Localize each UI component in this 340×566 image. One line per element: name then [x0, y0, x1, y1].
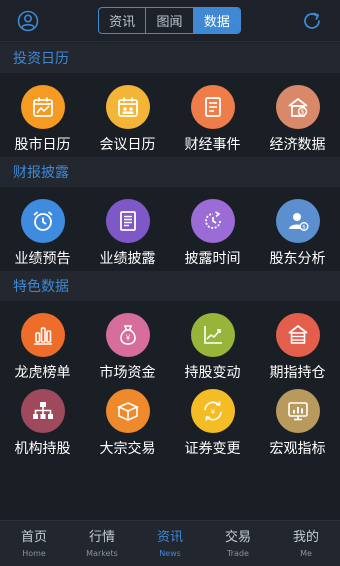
item-label: 股东分析: [269, 251, 326, 267]
section-title: 投资日历: [13, 51, 69, 67]
item-label: 会议日历: [99, 137, 156, 153]
holding-change-item[interactable]: 持股变动: [170, 309, 255, 383]
block-trade-item[interactable]: 大宗交易: [85, 385, 170, 459]
item-label: 持股变动: [184, 365, 241, 381]
item-label: 龙虎榜单: [14, 365, 71, 381]
svg-text:¥: ¥: [125, 334, 130, 343]
segment-data[interactable]: 数据: [193, 8, 240, 33]
tab-me[interactable]: 我的 Me: [272, 521, 340, 566]
securities-change-item[interactable]: ¥ 证券变更: [170, 385, 255, 459]
institution-holding-item[interactable]: 机构持股: [0, 385, 85, 459]
section-header-investment-calendar: 投资日历: [0, 43, 340, 73]
user-icon[interactable]: [13, 6, 43, 36]
segment-news[interactable]: 资讯: [99, 8, 147, 33]
top-bar: 资讯 图闻 数据: [0, 0, 340, 42]
item-label: 证券变更: [184, 441, 241, 457]
finance-event-item[interactable]: 财经事件: [170, 81, 255, 155]
clock-icon: [190, 199, 235, 243]
tab-label: 交易: [224, 529, 251, 545]
economic-data-icon: $: [275, 85, 320, 129]
shareholder-icon: $: [275, 199, 320, 243]
shareholder-analysis-item[interactable]: $ 股东分析: [255, 195, 340, 269]
refresh-icon[interactable]: [297, 6, 327, 36]
tab-label: 行情: [88, 529, 115, 545]
meeting-calendar-icon: [105, 85, 150, 129]
monitor-icon: [275, 389, 320, 433]
tab-home[interactable]: 首页 Home: [0, 521, 68, 566]
section-title: 特色数据: [13, 279, 69, 295]
earnings-disclosure-grid: 业绩预告 业绩披露 披露时间 $ 股东分析: [0, 187, 340, 271]
section-title: 财报披露: [13, 165, 69, 181]
item-label: 股市日历: [14, 137, 71, 153]
segment-picture-news[interactable]: 图闻: [146, 8, 194, 33]
section-header-earnings-disclosure: 财报披露: [0, 157, 340, 187]
item-label: 期指持仓: [269, 365, 326, 381]
svg-text:$: $: [300, 109, 304, 116]
futures-position-item[interactable]: 期指持仓: [255, 309, 340, 383]
disclosure-time-item[interactable]: 披露时间: [170, 195, 255, 269]
svg-text:$: $: [302, 225, 306, 231]
item-label: 大宗交易: [99, 441, 156, 457]
meeting-calendar-item[interactable]: 会议日历: [85, 81, 170, 155]
item-label: 披露时间: [184, 251, 241, 267]
box-icon: [105, 389, 150, 433]
earnings-disclosure-item[interactable]: 业绩披露: [85, 195, 170, 269]
tab-sublabel: Me: [300, 548, 312, 558]
tab-sublabel: Home: [22, 548, 46, 558]
tab-sublabel: Trade: [227, 548, 249, 558]
item-label: 市场资金: [99, 365, 156, 381]
macro-indicator-item[interactable]: 宏观指标: [255, 385, 340, 459]
item-label: 经济数据: [269, 137, 326, 153]
tab-sublabel: Markets: [86, 548, 118, 558]
bottom-tab-bar: 首页 Home 行情 Markets 资讯 News 交易 Trade 我的 M…: [0, 520, 340, 566]
stock-calendar-item[interactable]: 股市日历: [0, 81, 85, 155]
org-chart-icon: [20, 389, 65, 433]
trend-chart-icon: [190, 313, 235, 357]
bar-chart-icon: [20, 313, 65, 357]
market-funds-item[interactable]: ¥ 市场资金: [85, 309, 170, 383]
tab-trade[interactable]: 交易 Trade: [204, 521, 272, 566]
investment-calendar-grid: 股市日历 会议日历 财经事件 $ 经济数据: [0, 73, 340, 157]
featured-data-grid: 龙虎榜单 ¥ 市场资金 持股变动 期指持仓 机构持股 大宗交易 ¥ 证券变更 宏…: [0, 301, 340, 469]
exchange-icon: ¥: [190, 389, 235, 433]
tab-label: 资讯: [156, 529, 183, 545]
section-segmented-control: 资讯 图闻 数据: [98, 7, 241, 34]
item-label: 业绩预告: [14, 251, 71, 267]
tab-sublabel: News: [159, 548, 181, 558]
economic-data-item[interactable]: $ 经济数据: [255, 81, 340, 155]
item-label: 业绩披露: [99, 251, 156, 267]
tab-news[interactable]: 资讯 News: [136, 521, 204, 566]
section-header-featured-data: 特色数据: [0, 271, 340, 301]
svg-text:¥: ¥: [210, 408, 215, 416]
alarm-clock-icon: [20, 199, 65, 243]
tab-label: 首页: [20, 529, 47, 545]
earnings-forecast-item[interactable]: 业绩预告: [0, 195, 85, 269]
tab-markets[interactable]: 行情 Markets: [68, 521, 136, 566]
item-label: 财经事件: [184, 137, 241, 153]
tab-label: 我的: [292, 529, 319, 545]
warehouse-icon: [275, 313, 320, 357]
top-list-item[interactable]: 龙虎榜单: [0, 309, 85, 383]
money-bag-icon: ¥: [105, 313, 150, 357]
finance-event-icon: [190, 85, 235, 129]
item-label: 机构持股: [14, 441, 71, 457]
stock-calendar-icon: [20, 85, 65, 129]
document-icon: [105, 199, 150, 243]
item-label: 宏观指标: [269, 441, 326, 457]
